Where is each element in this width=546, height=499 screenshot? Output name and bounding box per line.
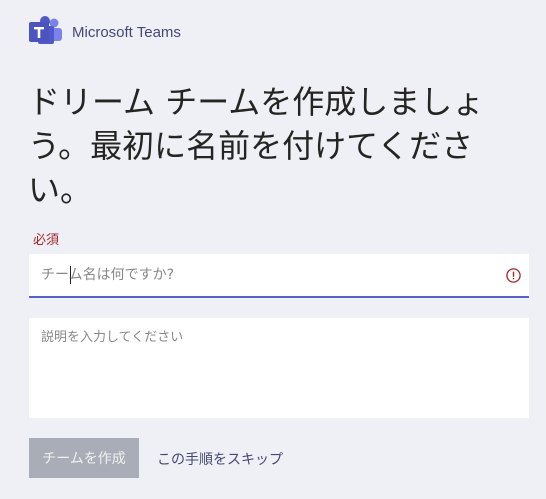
teams-logo-icon bbox=[28, 16, 64, 48]
app-header: Microsoft Teams bbox=[28, 16, 181, 48]
brand-name: Microsoft Teams bbox=[72, 23, 181, 41]
description-field bbox=[29, 318, 529, 418]
description-input[interactable] bbox=[29, 318, 529, 418]
error-icon bbox=[506, 268, 521, 283]
team-name-input[interactable] bbox=[29, 254, 489, 296]
text-caret bbox=[70, 266, 71, 284]
page-heading: ドリーム チームを作成しましょう。最初に名前を付けてください。 bbox=[28, 83, 485, 209]
required-label: 必須 bbox=[33, 233, 60, 248]
create-team-button[interactable]: チームを作成 bbox=[29, 438, 139, 478]
team-name-field bbox=[29, 254, 529, 298]
skip-step-link[interactable]: この手順をスキップ bbox=[157, 449, 283, 469]
